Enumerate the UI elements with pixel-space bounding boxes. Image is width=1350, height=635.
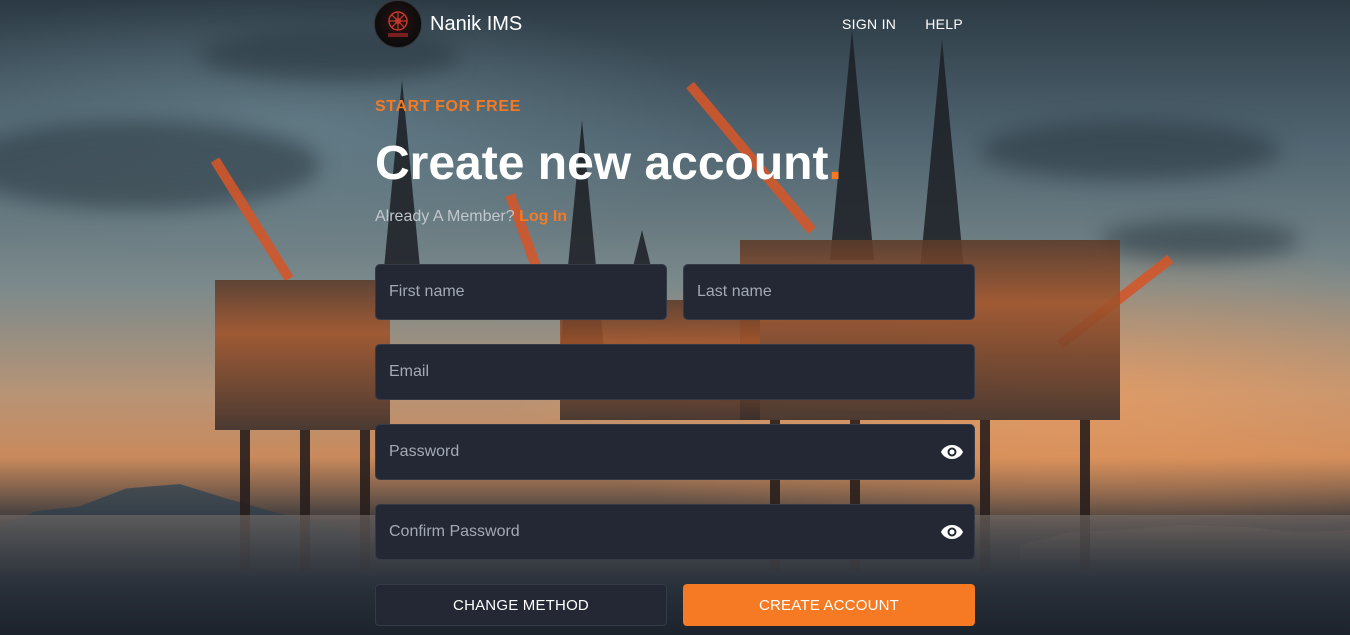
signup-panel: START FOR FREE Create new account. Alrea… xyxy=(375,96,975,227)
password-field xyxy=(375,424,975,480)
first-name-field xyxy=(375,264,667,320)
change-method-button[interactable]: CHANGE METHOD xyxy=(375,584,667,626)
page-title: Create new account. xyxy=(375,134,975,194)
create-account-button[interactable]: CREATE ACCOUNT xyxy=(683,584,975,626)
logo-icon xyxy=(374,0,422,48)
last-name-field xyxy=(683,264,975,320)
last-name-input[interactable] xyxy=(684,265,974,319)
top-nav: SIGN IN HELP xyxy=(842,16,963,32)
member-prompt-line: Already A Member? Log In xyxy=(375,207,975,227)
member-prompt-text: Already A Member? xyxy=(375,208,515,225)
brand[interactable]: Nanik IMS xyxy=(374,0,522,48)
first-name-input[interactable] xyxy=(376,265,666,319)
help-link[interactable]: HELP xyxy=(925,16,963,32)
confirm-password-field xyxy=(375,504,975,560)
eye-icon[interactable] xyxy=(940,440,964,464)
sign-in-link[interactable]: SIGN IN xyxy=(842,16,896,32)
email-field xyxy=(375,344,975,400)
password-input[interactable] xyxy=(376,425,974,479)
page-title-text: Create new account xyxy=(375,137,829,190)
eye-icon[interactable] xyxy=(940,520,964,544)
eyebrow-label: START FOR FREE xyxy=(375,98,521,115)
email-input[interactable] xyxy=(376,345,974,399)
title-accent-dot: . xyxy=(828,137,842,190)
confirm-password-input[interactable] xyxy=(376,505,974,559)
login-link[interactable]: Log In xyxy=(519,208,567,225)
app-name: Nanik IMS xyxy=(430,12,523,35)
top-bar: Nanik IMS SIGN IN HELP xyxy=(374,0,976,48)
